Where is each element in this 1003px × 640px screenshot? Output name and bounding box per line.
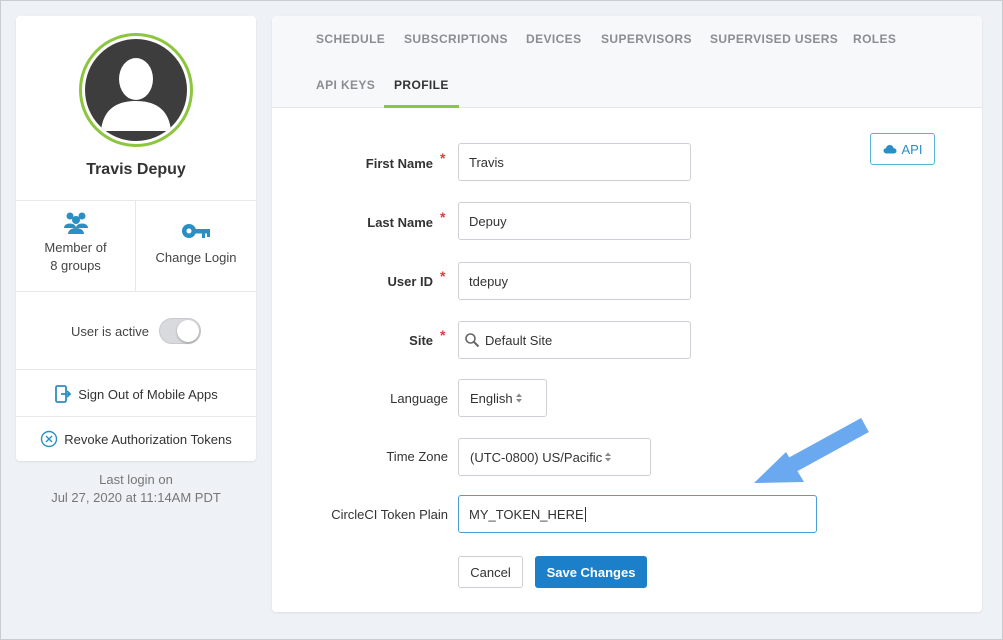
api-button-label: API — [901, 141, 923, 157]
last-login-timestamp: Jul 27, 2020 at 11:14AM PDT — [51, 490, 221, 505]
required-marker: * — [440, 209, 446, 225]
time-zone-select[interactable]: (UTC-0800) US/Pacific — [458, 438, 651, 476]
avatar — [79, 33, 193, 147]
tab-devices[interactable]: DEVICES — [526, 32, 581, 46]
cancel-button[interactable]: Cancel — [458, 556, 523, 588]
site-input[interactable]: Default Site — [458, 321, 691, 359]
close-circle-icon — [41, 430, 58, 448]
sign-out-mobile-label: Sign Out of Mobile Apps — [78, 386, 218, 402]
sign-out-mobile-button[interactable]: Sign Out of Mobile Apps — [16, 372, 256, 416]
text-cursor — [584, 506, 586, 522]
search-icon — [465, 333, 480, 348]
save-changes-button[interactable]: Save Changes — [535, 556, 647, 588]
first-name-input[interactable]: Travis — [458, 143, 691, 181]
active-tab-indicator — [384, 105, 459, 108]
sign-out-icon — [55, 385, 72, 403]
tab-profile[interactable]: PROFILE — [394, 78, 449, 92]
last-login-label: Last login on — [99, 472, 173, 487]
tab-roles[interactable]: ROLES — [853, 32, 896, 46]
user-id-input[interactable]: tdepuy — [458, 262, 691, 300]
user-active-label: User is active — [70, 323, 150, 339]
divider — [16, 369, 256, 370]
group-icon — [63, 212, 88, 234]
site-value: Default Site — [485, 332, 553, 348]
tab-supervised-users[interactable]: SUPERVISED USERS — [710, 32, 838, 46]
change-login-label: Change Login — [155, 250, 237, 265]
language-value: English — [470, 390, 513, 406]
time-zone-label: Time Zone — [386, 449, 448, 464]
tab-subscriptions[interactable]: SUBSCRIPTIONS — [404, 32, 508, 46]
first-name-label: First Name — [365, 156, 433, 171]
token-value: MY_TOKEN_HERE — [469, 506, 584, 522]
user-active-row: User is active — [16, 311, 256, 351]
groups-count: 8 groups — [50, 258, 101, 273]
revoke-tokens-button[interactable]: Revoke Authorization Tokens — [16, 417, 256, 461]
required-marker: * — [440, 150, 446, 166]
sort-caret-icon — [605, 452, 612, 462]
user-id-label: User ID — [387, 274, 433, 289]
last-name-input[interactable]: Depuy — [458, 202, 691, 240]
tab-api-keys[interactable]: API KEYS — [316, 78, 375, 92]
profile-form-card: SCHEDULE SUBSCRIPTIONS DEVICES SUPERVISO… — [272, 16, 982, 612]
required-marker: * — [440, 268, 446, 284]
api-button[interactable]: API — [870, 133, 935, 165]
profile-card: Travis Depuy Member of 8 groups Change L… — [16, 16, 256, 461]
last-name-label: Last Name — [367, 215, 433, 230]
time-zone-value: (UTC-0800) US/Pacific — [470, 449, 603, 465]
revoke-tokens-label: Revoke Authorization Tokens — [64, 431, 232, 447]
user-name: Travis Depuy — [86, 161, 186, 178]
token-label: CircleCI Token Plain — [331, 507, 448, 522]
tab-supervisors[interactable]: SUPERVISORS — [601, 32, 692, 46]
token-input[interactable]: MY_TOKEN_HERE — [458, 495, 817, 533]
site-label: Site — [409, 333, 433, 348]
language-label: Language — [390, 391, 448, 406]
sort-caret-icon — [515, 393, 522, 403]
divider — [16, 291, 256, 292]
user-silhouette-icon — [101, 58, 171, 131]
cloud-icon — [883, 145, 897, 154]
tab-bar: SCHEDULE SUBSCRIPTIONS DEVICES SUPERVISO… — [272, 16, 982, 108]
language-select[interactable]: English — [458, 379, 547, 417]
user-active-toggle[interactable] — [159, 318, 202, 344]
tab-schedule[interactable]: SCHEDULE — [316, 32, 385, 46]
annotation-arrow-icon — [754, 417, 869, 483]
required-marker: * — [440, 327, 446, 343]
key-icon — [182, 224, 210, 238]
member-of-label: Member of — [44, 240, 107, 255]
member-of-groups[interactable]: Member of 8 groups — [16, 201, 136, 291]
change-login[interactable]: Change Login — [136, 201, 256, 291]
last-login: Last login on Jul 27, 2020 at 11:14AM PD… — [16, 471, 256, 507]
